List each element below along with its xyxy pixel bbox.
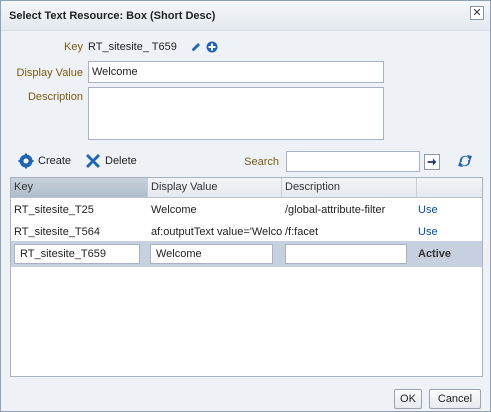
- cell-description: /global-attribute-filter: [285, 204, 386, 216]
- create-gear-icon: [18, 153, 34, 169]
- active-status: Active: [418, 248, 452, 260]
- display-value-label: Display Value: [16, 67, 83, 79]
- cell-description: /f:facet: [285, 226, 319, 238]
- key-value: RT_sitesite_ T659: [88, 41, 177, 53]
- use-link[interactable]: Use: [415, 221, 475, 243]
- active-key-field[interactable]: RT_sitesite_T659: [14, 244, 140, 264]
- delete-button[interactable]: Delete: [85, 153, 137, 169]
- delete-label: Delete: [105, 155, 137, 167]
- cell-display-value: Welcome: [151, 204, 197, 216]
- arrow-right-icon[interactable]: [424, 154, 440, 170]
- active-description-field[interactable]: [285, 244, 407, 264]
- pencil-icon[interactable]: [190, 41, 202, 53]
- active-display-value-field[interactable]: Welcome: [150, 244, 273, 264]
- refresh-icon[interactable]: [457, 153, 473, 169]
- column-header-description[interactable]: Description: [282, 178, 417, 197]
- display-value-field[interactable]: [88, 61, 384, 83]
- table-row[interactable]: RT_sitesite_T25 Welcome /global-attribut…: [11, 199, 482, 221]
- create-button[interactable]: Create: [18, 153, 71, 169]
- search-label: Search: [244, 156, 279, 168]
- description-label: Description: [27, 91, 83, 103]
- table-header: Key Display Value Description: [11, 178, 482, 198]
- use-link[interactable]: Use: [415, 199, 475, 221]
- column-header-display-value[interactable]: Display Value: [148, 178, 282, 197]
- cell-key: RT_sitesite_T564: [14, 226, 101, 238]
- search-input[interactable]: [286, 151, 420, 172]
- create-label: Create: [38, 155, 72, 167]
- ok-button[interactable]: OK: [394, 389, 422, 409]
- table-row-active[interactable]: RT_sitesite_T659 Welcome Active: [11, 241, 482, 267]
- delete-x-icon: [86, 154, 100, 168]
- description-field[interactable]: [88, 87, 384, 140]
- select-text-resource-dialog: Select Text Resource: Box (Short Desc) ✕…: [0, 0, 491, 412]
- table-row[interactable]: RT_sitesite_T564 af:outputText value='We…: [11, 221, 482, 243]
- cell-display-value: af:outputText value='Welcor: [151, 226, 282, 238]
- dialog-titlebar: Select Text Resource: Box (Short Desc) ✕: [1, 1, 490, 31]
- close-icon[interactable]: ✕: [470, 6, 484, 20]
- resource-table: Key Display Value Description RT_sitesit…: [10, 177, 483, 377]
- cell-key: RT_sitesite_T25: [14, 204, 94, 216]
- column-header-key[interactable]: Key: [11, 178, 148, 197]
- column-header-action: [417, 178, 482, 197]
- dialog-title: Select Text Resource: Box (Short Desc): [9, 10, 216, 22]
- cancel-button[interactable]: Cancel: [429, 389, 481, 409]
- key-label: Key: [64, 41, 83, 53]
- plus-circle-icon[interactable]: [206, 41, 218, 53]
